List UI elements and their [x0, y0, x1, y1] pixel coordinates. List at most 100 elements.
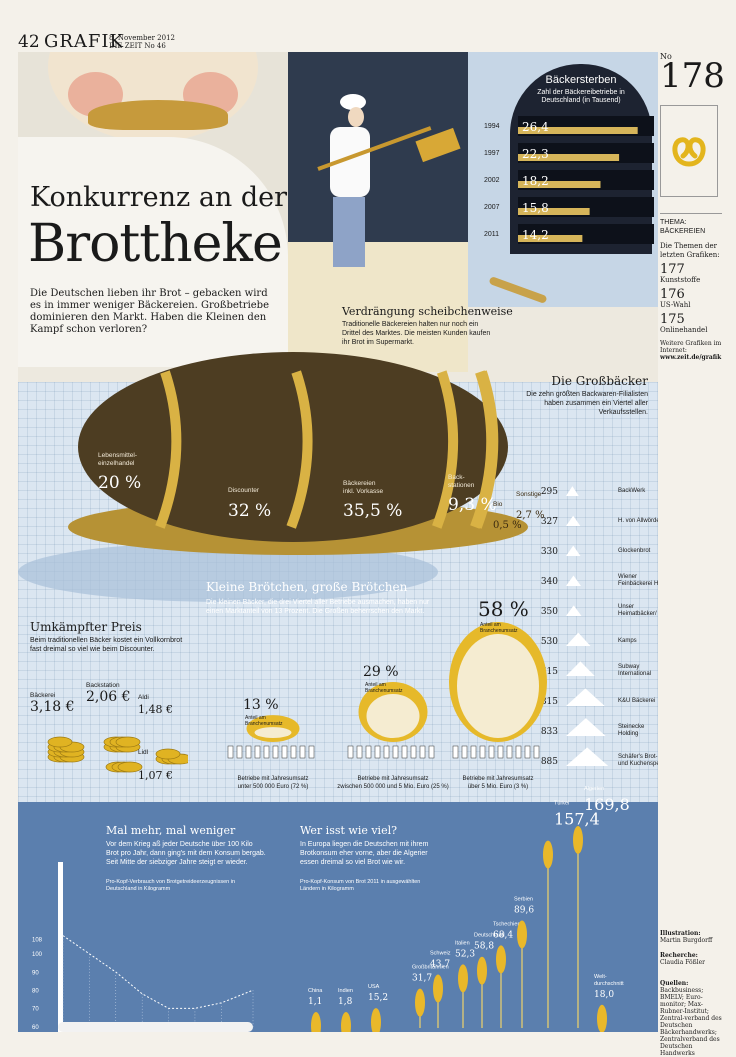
theme-num: 177	[660, 262, 685, 277]
company-label: Steinecke Holding	[618, 724, 645, 737]
wheat-ear	[573, 826, 583, 854]
verdraengung-title: Verdrängung scheibchenweise	[342, 305, 513, 318]
value-label: 26,4	[522, 120, 549, 134]
theme-name: US-Wahl	[660, 301, 691, 309]
year-label: 1997	[484, 150, 500, 157]
company-label: Schäfer's Brot-und Kuchenspezialitäten	[618, 754, 658, 767]
store-label: Backstation	[86, 682, 120, 689]
count-mark	[566, 575, 581, 586]
country-value: 1,8	[338, 997, 353, 1007]
segment-value: 35,5 %	[343, 501, 402, 521]
countries-wheat-chart: China1,1Indien1,8USA15,2Großbritannien31…	[308, 786, 630, 1032]
year-label: 2007	[484, 204, 500, 211]
theme-label: THEMA:	[660, 219, 687, 226]
country-value: 169,8	[584, 795, 630, 814]
count-mark	[566, 661, 595, 676]
wheat-ear	[371, 1008, 381, 1032]
date-text: 8. November 2012	[109, 34, 175, 42]
baker-figure	[452, 745, 459, 759]
segment-value: 32 %	[228, 501, 271, 521]
country-value: 43,7	[430, 960, 450, 970]
baker-figure	[497, 745, 504, 759]
illustration-value: Martin Burgdorff	[660, 937, 713, 944]
count-mark	[566, 605, 582, 616]
country-value: 58,8	[474, 942, 494, 952]
theme-name: Kunststoffe	[660, 276, 701, 284]
store-label: Aldi	[138, 694, 149, 701]
themes-list: 177 Kunststoffe 176 US-Wahl 175 Onlineha…	[660, 263, 722, 335]
share-label: Anteil am Branchenumsatz	[480, 622, 518, 634]
roll-crumb	[366, 694, 420, 738]
share-value: 29 %	[363, 664, 399, 680]
y-tick-label: 60	[32, 1025, 39, 1031]
value-label: 18,2	[522, 174, 549, 188]
count-mark	[566, 718, 606, 736]
baeckersterben-title: Bäckersterben	[545, 74, 617, 86]
preis-text: Beim traditionellen Bäcker kostet ein Vo…	[30, 637, 183, 653]
preis-title: Umkämpfter Preis	[30, 620, 142, 634]
baker-figure	[254, 745, 261, 759]
themes-intro: Die Themen der letzten Grafiken:	[660, 242, 720, 259]
headline-line1: Konkurrenz an der	[30, 182, 288, 213]
graphics-link[interactable]: www.zeit.de/grafik	[660, 354, 722, 361]
company-label: Glockenbrot	[618, 548, 651, 554]
country-label: Tschechien	[493, 921, 521, 927]
country-value: 31,7	[412, 974, 432, 984]
count-mark	[566, 515, 581, 526]
credits: Illustration: Martin Burgdorff Recherche…	[660, 930, 726, 1057]
y-tick-label: 90	[32, 970, 39, 976]
count-mark	[566, 747, 609, 766]
baeckersterben-chart: 1994 26,4 1997 22,3 2002 18,2 2007 15,8 2011 14,2	[484, 116, 654, 244]
count-mark	[566, 486, 579, 496]
theme-num: 176	[660, 287, 685, 302]
page-number: 42	[18, 32, 40, 52]
wheat-ear	[433, 974, 443, 1003]
country-label: Indien	[338, 988, 353, 994]
baker-figure	[479, 745, 486, 759]
value-label: 22,3	[522, 147, 549, 161]
country-value: 68,4	[493, 930, 513, 940]
baker-figure	[419, 745, 426, 759]
company-label: H. von Allwörden	[618, 518, 658, 524]
baker-figure	[356, 745, 363, 759]
consumption-line-chart: 1081009080706019351945195519651975198519…	[32, 862, 254, 1032]
company-label: UnserHeimatbäcker/ Dahlback-Gruppe	[618, 604, 658, 617]
country-label: Serbien	[514, 896, 533, 902]
baker-figure	[524, 745, 531, 759]
year-label: 2011	[484, 231, 499, 238]
wheat-ear	[415, 988, 425, 1017]
price-value: 1,07 €	[138, 769, 173, 782]
pretzel-icon	[672, 137, 706, 167]
preis-chart: Bäckerei3,18 € Backstation2,06 € Aldi 1,48 …	[30, 682, 188, 782]
country-label: USA	[368, 984, 380, 990]
headline-line2: Brottheke	[28, 214, 283, 274]
baker-figure	[308, 745, 315, 759]
knife-blade	[58, 1022, 253, 1032]
sidebar: No 178 THEMA: BÄCKEREIEN Die Themen der …	[660, 52, 725, 361]
wheat-ear	[458, 964, 468, 993]
count-value: 340	[541, 577, 558, 587]
consumption-line	[62, 935, 254, 1009]
more-graphics: Weitere Grafiken im Internet:	[660, 340, 722, 354]
y-tick-label: 70	[32, 1007, 39, 1013]
baker-head	[348, 107, 364, 127]
baeckersterben-subtitle: Zahl der Bäckereibetriebe in Deutschland…	[537, 89, 625, 104]
baker-figure	[272, 745, 279, 759]
count-value: 295	[541, 487, 558, 497]
baker-figure	[365, 745, 372, 759]
baker-figure	[392, 745, 399, 759]
baker-figure	[281, 745, 288, 759]
baker-figure	[506, 745, 513, 759]
issue-text: DIE ZEIT No 46	[109, 42, 166, 50]
company-label: WienerFeinbäckerei Heberer	[618, 574, 658, 587]
roll-crumb	[457, 634, 539, 738]
infographic-poster: Bäckersterben Zahl der Bäckereibetriebe …	[18, 52, 658, 1032]
company-label: BackWerk	[618, 488, 646, 494]
wheat-ear	[311, 1012, 321, 1032]
company-label: Kamps	[618, 638, 637, 644]
count-mark	[566, 545, 581, 556]
year-label: 1994	[484, 123, 500, 130]
country-label: Schweiz	[430, 951, 451, 957]
theme-num: 175	[660, 312, 685, 327]
country-label: Welt-durchschnitt	[594, 974, 624, 987]
